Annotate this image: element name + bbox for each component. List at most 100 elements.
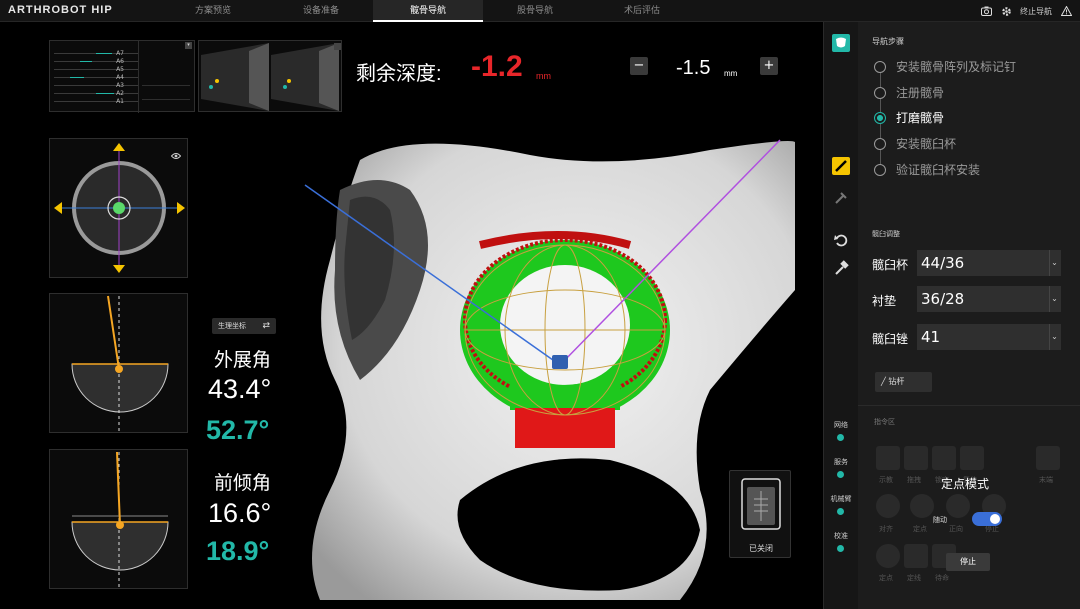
alignment-target-panel	[49, 138, 188, 278]
command-area-title: 指令区	[874, 418, 895, 426]
swap-icon: ⇄	[262, 321, 270, 331]
chevron-down-icon: ⌄	[1049, 286, 1059, 312]
depth-value: -1.2	[471, 50, 523, 83]
camera-status-card[interactable]: 已关闭	[729, 470, 791, 558]
service-status-dot	[837, 471, 844, 478]
nav-steps-title: 导航步骤	[872, 37, 904, 46]
service-status-label: 服务	[834, 458, 848, 466]
abduction-current: 43.4°	[208, 374, 272, 404]
cup-select[interactable]: 44/36 ⌄	[917, 250, 1061, 276]
abduction-label: 外展角	[214, 350, 272, 371]
target-depth-unit: mm	[724, 69, 738, 78]
abduction-view	[49, 293, 188, 433]
anteversion-view	[49, 449, 188, 589]
tool-sidebar: 网络 服务 机械臂 校准	[824, 22, 858, 609]
increase-target-button[interactable]: +	[760, 57, 778, 75]
pelvis-mode-icon[interactable]	[832, 34, 850, 52]
drill-rod-button[interactable]: ╱ 钻杆	[875, 372, 932, 392]
line-button	[904, 544, 928, 568]
point-button	[876, 544, 900, 568]
tab-femur-nav[interactable]: 股骨导航	[480, 0, 590, 22]
depth-unit: mm	[536, 71, 551, 81]
end-effector-label: 末端	[1039, 476, 1053, 484]
anteversion-target: 18.9°	[206, 536, 270, 566]
camera-icon[interactable]	[980, 5, 992, 17]
nav-step-1[interactable]: 安装髋骨阵列及标记钉	[874, 58, 1016, 75]
network-status-label: 网络	[834, 421, 848, 429]
point-label: 定点	[879, 574, 893, 582]
teach-label: 示教	[879, 476, 893, 484]
impactor-icon[interactable]	[833, 190, 849, 206]
decrease-target-button[interactable]: −	[630, 57, 648, 75]
coordinate-toggle-label: 生理坐标	[218, 322, 246, 330]
tab-pelvis-nav[interactable]: 髋骨导航	[373, 0, 483, 22]
point-mode-title: 定点模式	[941, 477, 990, 491]
robot-arm-status-label: 机械臂	[830, 495, 852, 503]
nav-step-2[interactable]: 注册髋骨	[874, 84, 944, 101]
prosthesis-title: 髋臼调整	[872, 230, 900, 238]
camera-device-icon	[741, 478, 781, 530]
teach-button	[876, 446, 900, 470]
track-panel-menu-icon[interactable]: ▾	[185, 42, 192, 49]
undo-icon[interactable]	[833, 232, 849, 248]
cup-label: 髋臼杯	[872, 258, 909, 272]
standby-label: 待命	[935, 574, 949, 582]
right-panel: 网络 服务 机械臂 校准 导航步骤 安装髋骨阵列及标记钉 注册髋骨 打磨髋骨 安…	[823, 22, 1080, 609]
robot-arm-status-dot	[837, 508, 844, 515]
stop-button[interactable]: 停止	[946, 553, 990, 571]
forward-button	[946, 494, 970, 518]
follow-toggle[interactable]	[972, 512, 1002, 526]
nav-step-5[interactable]: 验证髋臼杯安装	[874, 161, 980, 178]
pin-button	[910, 494, 934, 518]
reset-button	[960, 446, 984, 470]
eye-icon[interactable]	[170, 145, 182, 159]
anteversion-label: 前倾角	[214, 473, 272, 494]
anteversion-current: 16.6°	[208, 498, 272, 528]
depth-label: 剩余深度:	[356, 63, 442, 85]
tab-plan-preview[interactable]: 方案预览	[158, 0, 268, 22]
calibration-status-label: 校准	[834, 532, 848, 540]
reamer-select[interactable]: 41 ⌄	[917, 324, 1061, 350]
nav-step-3[interactable]: 打磨髋骨	[874, 109, 944, 126]
pen-icon: ╱	[881, 377, 886, 386]
reamer-tool-icon[interactable]	[832, 157, 850, 175]
camera-status-label: 已关闭	[749, 544, 773, 553]
reamer-cone-view	[198, 40, 342, 112]
coordinate-toggle[interactable]: 生理坐标 ⇄	[212, 318, 276, 334]
network-status-dot	[837, 434, 844, 441]
drag-label: 拖拽	[907, 476, 921, 484]
track-label: A1	[116, 98, 124, 105]
pin-label: 定点	[913, 525, 927, 533]
forward-label: 正向	[949, 525, 963, 533]
array-track-panel: ▾ A7 A6 A5 A4 A3 A2 A1	[49, 40, 195, 113]
target-depth-value: -1.5	[676, 57, 711, 79]
top-right-icons: 终止导航	[980, 0, 1080, 22]
chevron-down-icon: ⌄	[1049, 250, 1059, 276]
liner-select[interactable]: 36/28 ⌄	[917, 286, 1061, 312]
align-label: 对齐	[879, 525, 893, 533]
track-label: A6	[116, 58, 124, 65]
follow-label: 随动	[933, 516, 947, 524]
track-label: A7	[116, 50, 124, 57]
liner-label: 衬垫	[872, 294, 897, 308]
calibration-status-dot	[837, 545, 844, 552]
tab-postop-eval[interactable]: 术后评估	[587, 0, 697, 22]
drag-button	[904, 446, 928, 470]
lock-button	[932, 446, 956, 470]
track-label: A4	[116, 74, 124, 81]
end-effector-button	[1036, 446, 1060, 470]
nav-step-4[interactable]: 安装髋臼杯	[874, 135, 956, 152]
tab-device-prep[interactable]: 设备准备	[266, 0, 376, 22]
gear-icon[interactable]	[1000, 5, 1012, 17]
reamer-label: 髋臼锉	[872, 332, 909, 346]
top-bar: ARTHROBOT HIP 方案预览 设备准备 髋骨导航 股骨导航 术后评估 终…	[0, 0, 1080, 22]
line-label: 定线	[907, 574, 921, 582]
track-label: A3	[116, 82, 124, 89]
hammer-icon[interactable]	[833, 260, 849, 276]
track-label: A2	[116, 90, 124, 97]
abduction-target: 52.7°	[206, 415, 270, 445]
end-navigation-button[interactable]: 终止导航	[1020, 6, 1052, 17]
warning-icon[interactable]	[1060, 5, 1072, 17]
track-label: A5	[116, 66, 124, 73]
app-title: ARTHROBOT HIP	[8, 4, 113, 16]
